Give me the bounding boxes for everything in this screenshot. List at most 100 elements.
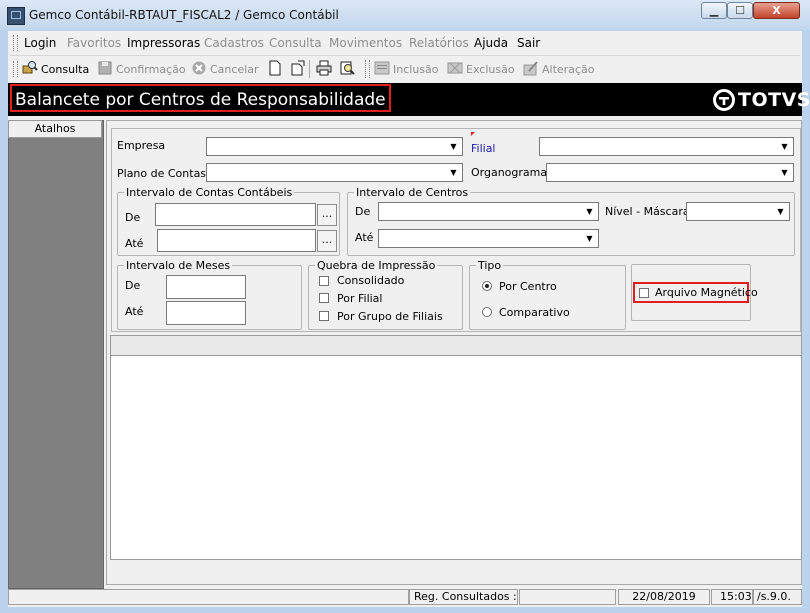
centros-de-label: De bbox=[355, 205, 371, 218]
grid-header bbox=[110, 335, 802, 356]
plano-contas-label: Plano de Contas bbox=[117, 167, 207, 180]
menu-grip bbox=[13, 35, 18, 51]
meses-group-label: Intervalo de Meses bbox=[124, 259, 233, 272]
menu-favoritos[interactable]: Favoritos bbox=[67, 36, 121, 50]
contas-ate-lookup-button[interactable]: ... bbox=[317, 230, 337, 252]
arquivo-magnetico-label: Arquivo Magnético bbox=[655, 286, 758, 299]
save-icon bbox=[98, 61, 112, 75]
chevron-down-icon: ▼ bbox=[586, 207, 593, 216]
empresa-label: Empresa bbox=[117, 139, 166, 152]
contas-ate-label: Até bbox=[125, 237, 144, 250]
app-icon bbox=[7, 7, 25, 25]
organograma-label: Organograma bbox=[471, 166, 548, 179]
por-grupo-checkbox[interactable] bbox=[319, 311, 329, 321]
printer-icon[interactable] bbox=[316, 60, 332, 76]
empresa-select[interactable]: ▼ bbox=[206, 137, 463, 156]
centros-de-select[interactable]: ▼ bbox=[378, 202, 599, 221]
menu-relatorios[interactable]: Relatórios bbox=[409, 36, 469, 50]
confirmacao-button[interactable]: Confirmação bbox=[116, 63, 186, 76]
status-panel-blank bbox=[519, 589, 616, 605]
por-filial-checkbox[interactable] bbox=[319, 293, 329, 303]
menu-bar: Login Favoritos Impressoras Cadastros Co… bbox=[10, 32, 800, 56]
page-title: Balancete por Centros de Responsabilidad… bbox=[10, 84, 391, 112]
toolbar-separator bbox=[309, 60, 310, 78]
filial-label: Filial bbox=[471, 142, 496, 155]
contas-group-label: Intervalo de Contas Contábeis bbox=[124, 186, 295, 199]
chevron-down-icon: ▼ bbox=[781, 168, 788, 177]
inclusao-icon bbox=[374, 61, 390, 75]
arquivo-magnetico-checkbox[interactable] bbox=[639, 288, 649, 298]
comparativo-radio[interactable] bbox=[482, 307, 492, 317]
menu-cadastros[interactable]: Cadastros bbox=[204, 36, 264, 50]
status-time: 15:03 bbox=[711, 589, 753, 605]
organograma-select[interactable]: ▼ bbox=[546, 163, 794, 182]
toolbar-grip bbox=[13, 61, 18, 77]
por-centro-radio[interactable] bbox=[482, 281, 492, 291]
totvs-logo-text: TOTVS bbox=[738, 89, 810, 111]
centros-ate-label: Até bbox=[355, 231, 374, 244]
menu-sair[interactable]: Sair bbox=[517, 36, 540, 50]
consulta-button[interactable]: Consulta bbox=[41, 63, 89, 76]
cancel-icon bbox=[192, 61, 206, 75]
por-filial-label: Por Filial bbox=[337, 292, 383, 305]
required-marker bbox=[471, 132, 475, 136]
close-button[interactable]: X bbox=[753, 2, 800, 19]
totvs-logo-icon bbox=[713, 89, 735, 111]
status-version: /s.9.0. bbox=[753, 589, 802, 605]
contas-de-lookup-button[interactable]: ... bbox=[317, 204, 337, 226]
meses-ate-input[interactable] bbox=[166, 301, 246, 325]
consulta-icon bbox=[22, 61, 38, 74]
meses-de-input[interactable] bbox=[166, 275, 246, 299]
export-document-icon[interactable] bbox=[290, 60, 306, 76]
window-title: Gemco Contábil-RBTAUT_FISCAL2 / Gemco Co… bbox=[29, 8, 339, 22]
minimize-button[interactable]: ▁ bbox=[701, 2, 727, 19]
toolbar: Consulta Confirmação Cancelar Inclusão E… bbox=[10, 56, 800, 82]
tipo-group bbox=[469, 265, 626, 330]
centros-group-label: Intervalo de Centros bbox=[354, 186, 471, 199]
title-bar: Gemco Contábil-RBTAUT_FISCAL2 / Gemco Co… bbox=[0, 0, 810, 31]
cancelar-button[interactable]: Cancelar bbox=[210, 63, 259, 76]
chevron-down-icon: ▼ bbox=[781, 142, 788, 151]
comparativo-label: Comparativo bbox=[499, 306, 570, 319]
chevron-down-icon: ▼ bbox=[450, 168, 457, 177]
totvs-logo: TOTVS bbox=[713, 88, 810, 112]
new-document-icon[interactable] bbox=[267, 60, 283, 76]
nivel-mascara-select[interactable]: ▼ bbox=[686, 202, 790, 221]
menu-movimentos[interactable]: Movimentos bbox=[329, 36, 402, 50]
contas-de-input[interactable] bbox=[155, 203, 316, 226]
menu-consulta[interactable]: Consulta bbox=[269, 36, 322, 50]
alteracao-icon bbox=[523, 61, 538, 76]
consolidado-checkbox[interactable] bbox=[319, 276, 329, 286]
filial-select[interactable]: ▼ bbox=[539, 137, 794, 156]
menu-login[interactable]: Login bbox=[24, 36, 56, 50]
chevron-down-icon: ▼ bbox=[450, 142, 457, 151]
por-grupo-label: Por Grupo de Filiais bbox=[337, 310, 443, 323]
consolidado-label: Consolidado bbox=[337, 274, 405, 287]
chevron-down-icon: ▼ bbox=[586, 234, 593, 243]
sidebar bbox=[8, 120, 104, 589]
status-reg-consultados: Reg. Consultados : 0 bbox=[409, 589, 527, 605]
plano-contas-select[interactable]: ▼ bbox=[206, 163, 463, 182]
por-centro-label: Por Centro bbox=[499, 280, 557, 293]
quebra-group-label: Quebra de Impressão bbox=[315, 259, 438, 272]
print-preview-icon[interactable] bbox=[339, 60, 355, 76]
nivel-mascara-label: Nível - Máscara bbox=[605, 205, 690, 218]
atalhos-tab[interactable]: Atalhos bbox=[8, 120, 102, 138]
maximize-button[interactable]: ☐ bbox=[727, 2, 753, 19]
exclusao-icon bbox=[447, 62, 463, 74]
status-panel-empty bbox=[8, 589, 409, 605]
exclusao-button[interactable]: Exclusão bbox=[466, 63, 515, 76]
meses-de-label: De bbox=[125, 279, 141, 292]
contas-de-label: De bbox=[125, 211, 141, 224]
status-date: 22/08/2019 bbox=[618, 589, 710, 605]
chevron-down-icon: ▼ bbox=[777, 207, 784, 216]
results-grid[interactable] bbox=[110, 355, 802, 560]
tipo-group-label: Tipo bbox=[476, 259, 504, 272]
inclusao-button[interactable]: Inclusão bbox=[393, 63, 439, 76]
contas-ate-input[interactable] bbox=[157, 229, 316, 252]
alteracao-button[interactable]: Alteração bbox=[542, 63, 594, 76]
toolbar-grip-2 bbox=[365, 60, 370, 78]
menu-impressoras[interactable]: Impressoras bbox=[127, 36, 200, 50]
centros-ate-select[interactable]: ▼ bbox=[378, 229, 599, 248]
menu-ajuda[interactable]: Ajuda bbox=[474, 36, 508, 50]
